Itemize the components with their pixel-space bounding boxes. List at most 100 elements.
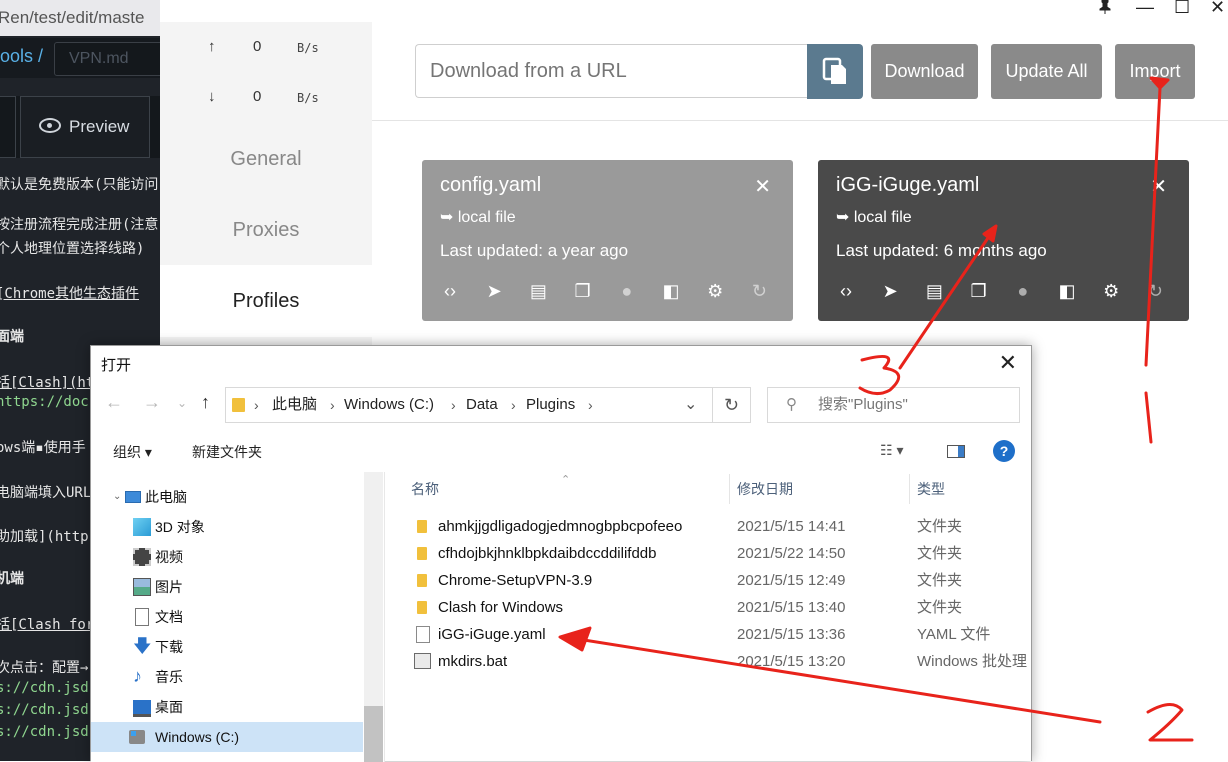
music-icon: ♪: [133, 666, 142, 686]
send-icon[interactable]: ➤: [878, 278, 902, 304]
import-button[interactable]: Import: [1115, 44, 1195, 99]
file-row[interactable]: Chrome-SetupVPN-3.9 2021/5/15 12:49 文件夹: [411, 567, 1031, 594]
file-row[interactable]: cfhdojbkjhnklbpkdaibdccddilifddb 2021/5/2…: [411, 540, 1031, 567]
recent-dropdown-icon[interactable]: ⌄: [177, 396, 187, 410]
download-button[interactable]: Download: [871, 44, 978, 99]
file-date: 2021/5/15 13:40: [737, 599, 846, 616]
file-date: 2021/5/15 14:41: [737, 518, 846, 535]
file-date: 2021/5/22 14:50: [737, 545, 846, 562]
nav-general[interactable]: General: [160, 148, 372, 171]
organize-button[interactable]: 组织 ▾: [113, 442, 152, 462]
editor-line: https://docs: [0, 394, 98, 410]
document-icon: [135, 608, 149, 626]
editor-tab-preview[interactable]: Preview: [20, 96, 150, 158]
editor-line: 面端: [0, 329, 24, 345]
eye-icon: [39, 118, 61, 134]
preview-pane-icon[interactable]: [947, 445, 965, 458]
chevron-down-icon[interactable]: ⌄: [113, 482, 121, 512]
up-arrow-icon[interactable]: ↑: [201, 392, 210, 413]
url-input[interactable]: [415, 44, 807, 98]
tree-item-windows-c[interactable]: Windows (C:): [91, 722, 363, 752]
editor-line: s://cdn.jsd: [0, 680, 89, 696]
tree-item-desktop[interactable]: 桌面: [91, 692, 363, 722]
close-window-button[interactable]: ✕: [1210, 0, 1225, 18]
tree-item-music[interactable]: ♪ 音乐: [91, 662, 363, 692]
breadcrumb-drive[interactable]: Windows (C:): [344, 388, 434, 422]
code-icon[interactable]: ‹›: [438, 278, 462, 304]
file-type: 文件夹: [917, 545, 963, 562]
file-row[interactable]: Clash for Windows 2021/5/15 13:40 文件夹: [411, 594, 1031, 621]
tree-label: 此电脑: [145, 489, 187, 505]
file-row[interactable]: iGG-iGuge.yaml 2021/5/15 13:36 YAML 文件: [411, 621, 1031, 648]
file-row[interactable]: mkdirs.bat 2021/5/15 13:20 Windows 批处理: [411, 648, 1031, 675]
close-icon[interactable]: ✕: [1150, 174, 1167, 199]
compare-icon[interactable]: ◧: [659, 278, 683, 304]
globe-icon[interactable]: ●: [1011, 278, 1035, 304]
upload-unit: B/s: [297, 41, 319, 55]
file-row[interactable]: ahmkjjgdligadogjedmnogbpbcpofeeo 2021/5/1…: [411, 513, 1031, 540]
breadcrumb-plugins[interactable]: Plugins: [526, 388, 575, 422]
nav-profiles[interactable]: Profiles: [160, 265, 372, 337]
list-icon[interactable]: ▤: [526, 278, 550, 304]
column-separator[interactable]: [729, 474, 730, 504]
code-icon[interactable]: ‹›: [834, 278, 858, 304]
nav-proxies[interactable]: Proxies: [160, 219, 372, 242]
column-separator[interactable]: [909, 474, 910, 504]
tree-item-documents[interactable]: 文档: [91, 602, 363, 632]
tree-item-3d[interactable]: 3D 对象: [91, 512, 363, 542]
copy-icon[interactable]: ❐: [967, 278, 991, 304]
tree-scrollbar-thumb[interactable]: [364, 706, 383, 762]
gear-icon[interactable]: ⚙: [1099, 278, 1123, 304]
view-options-icon[interactable]: ☷ ▾: [880, 442, 903, 459]
close-icon[interactable]: ✕: [754, 174, 771, 199]
tree-label: 3D 对象: [155, 519, 205, 535]
file-name: mkdirs.bat: [438, 653, 508, 670]
refresh-icon[interactable]: ↻: [747, 278, 771, 304]
address-bar[interactable]: › 此电脑 › Windows (C:) › Data › Plugins › …: [225, 387, 713, 423]
gear-icon[interactable]: ⚙: [703, 278, 727, 304]
refresh-icon[interactable]: ↻: [1143, 278, 1167, 304]
list-icon[interactable]: ▤: [922, 278, 946, 304]
profile-type: ➥ local file: [836, 209, 912, 226]
update-all-button[interactable]: Update All: [991, 44, 1102, 99]
tree-item-pictures[interactable]: 图片: [91, 572, 363, 602]
breadcrumb-this-pc[interactable]: 此电脑: [272, 388, 317, 422]
copy-icon[interactable]: ❐: [571, 278, 595, 304]
tree-item-this-pc[interactable]: ⌄ 此电脑: [91, 482, 363, 512]
refresh-icon[interactable]: ↻: [713, 387, 751, 423]
tree-label: Windows (C:): [155, 729, 240, 745]
editor-path[interactable]: ools /: [0, 46, 43, 67]
help-icon[interactable]: ?: [993, 440, 1015, 462]
dialog-close-button[interactable]: ✕: [999, 350, 1017, 376]
new-folder-button[interactable]: 新建文件夹: [192, 442, 262, 462]
minimize-button[interactable]: —: [1136, 0, 1154, 18]
forward-arrow-icon[interactable]: →: [143, 392, 161, 413]
profile-card-igg[interactable]: iGG-iGuge.yaml ✕ ➥ local file Last updat…: [818, 160, 1189, 321]
editor-line: 助加载](https: [0, 529, 98, 545]
back-arrow-icon[interactable]: ←: [105, 392, 123, 413]
compare-icon[interactable]: ◧: [1055, 278, 1079, 304]
navigation-bar: ← → ⌄ ↑ › 此电脑 › Windows (C:) › Data › Pl…: [91, 384, 1031, 428]
paste-button[interactable]: [807, 44, 863, 99]
editor-line: 默认是免费版本(只能访问: [0, 177, 159, 193]
column-header-name[interactable]: 名称: [411, 472, 439, 506]
profile-card-config[interactable]: config.yaml ✕ ➥ local file Last updated:…: [422, 160, 793, 321]
crumb-separator: ›: [588, 397, 593, 413]
search-input[interactable]: ⚲ 搜索"Plugins": [767, 387, 1020, 423]
editor-filename-input[interactable]: VPN.md: [54, 42, 166, 76]
tree-item-video[interactable]: 视频: [91, 542, 363, 572]
sort-up-icon: ⌃: [561, 474, 571, 486]
profile-type: ➥ local file: [440, 209, 516, 226]
tree-item-downloads[interactable]: 🡇 下载: [91, 632, 363, 662]
file-name: Clash for Windows: [438, 599, 564, 616]
editor-tab-edit[interactable]: [0, 96, 16, 158]
editor-url-bar[interactable]: Ren/test/edit/maste: [0, 0, 160, 36]
breadcrumb-data[interactable]: Data: [466, 388, 498, 422]
column-header-date[interactable]: 修改日期: [737, 472, 793, 506]
maximize-button[interactable]: ☐: [1174, 0, 1190, 18]
send-icon[interactable]: ➤: [482, 278, 506, 304]
pin-icon[interactable]: [1099, 0, 1111, 14]
column-header-type[interactable]: 类型: [917, 472, 945, 506]
globe-icon[interactable]: ●: [615, 278, 639, 304]
chevron-down-icon[interactable]: ⌄: [684, 388, 697, 422]
